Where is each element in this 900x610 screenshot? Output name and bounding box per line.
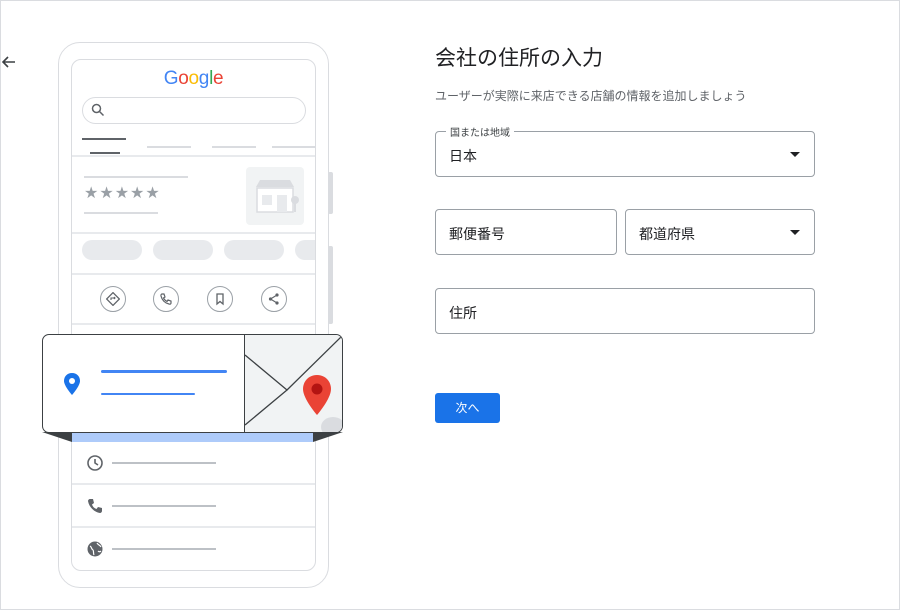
save-button-illustration (207, 286, 233, 312)
phone-screen: Google ★★★★★ (71, 59, 316, 571)
call-button-illustration (153, 286, 179, 312)
google-logo-letter: g (198, 68, 210, 89)
postal-code-field[interactable]: 郵便番号 (435, 209, 617, 255)
chip-placeholder (82, 240, 142, 260)
dropdown-arrow-icon (790, 152, 800, 157)
address-field[interactable]: 住所 (435, 288, 815, 334)
website-line (112, 548, 216, 550)
business-name-line (84, 176, 188, 178)
divider (72, 483, 315, 485)
divider (72, 323, 315, 325)
phone-icon (160, 293, 172, 305)
share-icon (268, 293, 279, 305)
page-subtitle: ユーザーが実際に来店できる店舗の情報を追加しましょう (435, 89, 747, 103)
back-arrow-button[interactable] (0, 52, 20, 72)
storefront-icon (256, 180, 299, 213)
tab-line (272, 146, 315, 148)
tab-underline (90, 152, 120, 154)
phone-line (112, 505, 216, 507)
clock-icon (87, 455, 103, 471)
blue-location-pin-icon (64, 373, 80, 395)
prefecture-select[interactable]: 都道府県 (625, 209, 815, 255)
google-logo-text: Google (164, 68, 224, 89)
country-value: 日本 (449, 149, 477, 165)
google-logo: Google (72, 68, 315, 90)
tab-label-line (82, 138, 126, 140)
google-logo-letter: o (178, 68, 189, 89)
storefront-thumbnail (246, 167, 304, 225)
divider (72, 526, 315, 528)
red-location-pin-icon (303, 375, 331, 415)
hours-line (112, 462, 216, 464)
chip-placeholder (295, 240, 315, 260)
tab-line (147, 146, 191, 148)
divider (72, 232, 315, 234)
phone-side-button (328, 172, 333, 214)
address-line-primary (101, 370, 227, 373)
directions-icon (106, 292, 120, 306)
country-select[interactable]: 国または地域 日本 (435, 124, 815, 177)
globe-icon (87, 541, 103, 557)
phone-icon (88, 499, 102, 513)
divider (72, 155, 315, 157)
mini-map (244, 335, 342, 432)
prefecture-placeholder: 都道府県 (639, 227, 695, 243)
next-button[interactable]: 次へ (435, 393, 500, 423)
bookmark-icon (216, 293, 224, 306)
directions-button-illustration (100, 286, 126, 312)
postal-code-placeholder: 郵便番号 (449, 227, 505, 243)
arrow-left-icon (1, 56, 15, 68)
rating-stars: ★★★★★ (84, 183, 161, 202)
illustration-search-bar (82, 97, 306, 124)
chip-placeholder (224, 240, 284, 260)
google-logo-letter: G (163, 68, 179, 89)
phone-side-button (328, 246, 333, 324)
address-line-secondary (101, 393, 195, 395)
chip-placeholder (153, 240, 213, 260)
address-card-illustration (42, 334, 343, 433)
tab-line (212, 146, 256, 148)
google-logo-letter: o (188, 68, 200, 89)
country-label: 国または地域 (446, 124, 514, 139)
category-line (84, 212, 158, 214)
divider (72, 273, 315, 275)
address-placeholder: 住所 (449, 306, 477, 322)
dropdown-arrow-icon (790, 230, 800, 235)
share-button-illustration (261, 286, 287, 312)
page-title: 会社の住所の入力 (435, 46, 603, 70)
google-logo-letter: e (212, 68, 224, 89)
card-ledge (42, 432, 343, 442)
search-icon (91, 103, 105, 117)
